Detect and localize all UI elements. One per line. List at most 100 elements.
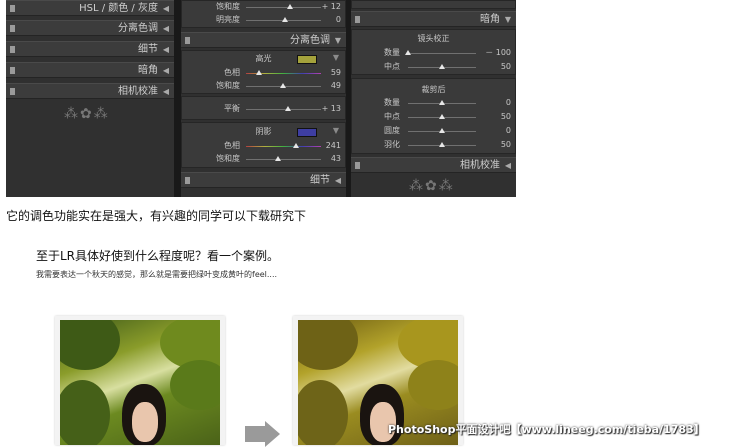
ornament-icon: ⁂✿⁂ [64,106,110,122]
slider-track[interactable] [408,128,476,133]
slider-row[interactable]: 色相 59 [182,67,345,79]
slider-value[interactable]: － 100 [481,47,511,59]
slider-value[interactable]: 0 [311,14,341,26]
slider-track[interactable] [408,64,476,69]
slider-thumb[interactable] [439,100,445,105]
slider-row[interactable]: 羽化 50 [352,139,515,151]
slider-thumb[interactable] [439,142,445,147]
slider-label: 饱和度 [216,2,240,11]
panel-grip-icon [10,67,15,74]
left-panel-column: HSL / 颜色 / 灰度 ◀ 分离色调 ◀ 细节 ◀ 暗角 ◀ 相机校准 ◀ … [6,0,174,130]
case-subline: 我需要表达一个秋天的感觉，那么就是需要把绿叶变成黄叶的feel.... [36,270,278,279]
slider-thumb[interactable] [275,156,282,161]
vignette-section-header[interactable]: 暗角 ▼ [351,11,516,27]
slider-value[interactable]: 50 [481,139,511,151]
slider-row[interactable]: 数量 － 100 [352,47,515,59]
case-heading: 至于LR具体好使到什么程度呢？看一个案例。 [36,249,280,263]
slider-row[interactable]: 平衡 + 13 [182,103,345,115]
panel-grip-icon [10,5,15,12]
arrow-right-icon [245,421,281,447]
slider-track[interactable] [408,114,476,119]
slider-value[interactable]: 0 [481,125,511,137]
before-photo [55,316,225,445]
collapse-down-icon: ▼ [334,36,341,45]
slider-track[interactable] [246,106,321,111]
slider-value[interactable]: + 13 [311,103,341,115]
hue-slider-track[interactable] [246,70,321,75]
slider-row[interactable]: 饱和度 49 [182,80,345,92]
slider-track[interactable] [405,50,476,55]
slider-value[interactable]: 50 [481,61,511,73]
dropdown-triangle-icon[interactable]: ▼ [333,126,339,135]
slider-track[interactable] [408,142,476,147]
detail-section-header[interactable]: 细节 ◀ [181,172,346,188]
slider-track[interactable] [246,17,321,22]
vignette-section-title: 暗角 [480,14,500,25]
hsl-panel-header[interactable]: HSL / 颜色 / 灰度 ◀ [6,0,174,16]
slider-label: 饱和度 [216,81,240,90]
slider-label: 圆度 [384,126,400,135]
slider-label: 明亮度 [216,15,240,24]
post-crop-group: 裁剪后 数量 0 中点 50 圆度 0 羽化 50 [351,78,516,154]
panel-grip-icon [355,16,360,23]
slider-label: 中点 [384,112,400,121]
camera-calibration-panel-header[interactable]: 相机校准 ◀ [6,83,174,99]
slider-row[interactable]: 饱和度 43 [182,153,345,165]
slider-row[interactable]: 数量 0 [352,97,515,109]
vignette-panel-header[interactable]: 暗角 ◀ [6,62,174,78]
slider-label: 色相 [224,68,240,77]
hue-slider-track[interactable] [246,143,321,148]
lens-correction-title: 镜头校正 [417,34,450,43]
top-stub [351,0,516,9]
slider-label: 数量 [384,48,400,57]
highlights-title: 高光 [255,54,272,63]
highlight-color-swatch[interactable] [297,55,317,64]
slider-thumb[interactable] [279,83,286,88]
slider-value[interactable]: 241 [311,140,341,152]
slider-value[interactable]: + 12 [311,1,341,13]
slider-track[interactable] [246,156,321,161]
lens-correction-group: 镜头校正 数量 － 100 中点 50 [351,29,516,75]
panel-separator [174,0,181,197]
slider-value[interactable]: 59 [311,67,341,79]
post-crop-title: 裁剪后 [421,85,446,94]
split-toning-section-title: 分离色调 [290,35,330,46]
slider-row[interactable]: 圆度 0 [352,125,515,137]
slider-thumb[interactable] [405,50,411,55]
slider-value[interactable]: 43 [311,153,341,165]
slider-thumb[interactable] [282,17,288,22]
face-shape [132,402,158,442]
camera-calibration-section-header[interactable]: 相机校准 ◀ [351,157,516,173]
slider-row[interactable]: 中点 50 [352,111,515,123]
slider-track[interactable] [246,83,321,88]
slider-thumb[interactable] [255,70,262,75]
slider-value[interactable]: 50 [481,111,511,123]
split-toning-section-header[interactable]: 分离色调 ▼ [181,32,346,48]
slider-value[interactable]: 0 [481,97,511,109]
slider-thumb[interactable] [293,143,300,148]
slider-row[interactable]: 色相 241 [182,140,345,152]
collapse-down-icon: ▼ [504,15,511,24]
slider-row[interactable]: 饱和度 + 12 [182,1,345,13]
slider-label: 饱和度 [216,154,240,163]
slider-thumb[interactable] [285,106,291,111]
slider-thumb[interactable] [439,128,445,133]
dropdown-triangle-icon[interactable]: ▼ [333,53,339,62]
panel-grip-icon [185,177,190,184]
slider-track[interactable] [246,4,321,9]
slider-thumb[interactable] [439,64,445,69]
hsl-panel-title: HSL / 颜色 / 灰度 [79,3,158,14]
slider-row[interactable]: 中点 50 [352,61,515,73]
collapse-left-icon: ◀ [162,24,169,33]
panel-grip-icon [355,162,360,169]
slider-thumb[interactable] [439,114,445,119]
shadow-color-swatch[interactable] [297,128,317,137]
split-toning-panel-header[interactable]: 分离色调 ◀ [6,20,174,36]
slider-row[interactable]: 明亮度 0 [182,14,345,26]
slider-label: 平衡 [224,104,240,113]
detail-panel-header[interactable]: 细节 ◀ [6,41,174,57]
slider-track[interactable] [408,100,476,105]
slider-thumb[interactable] [286,4,293,9]
collapse-left-icon: ◀ [162,66,169,75]
slider-value[interactable]: 49 [311,80,341,92]
